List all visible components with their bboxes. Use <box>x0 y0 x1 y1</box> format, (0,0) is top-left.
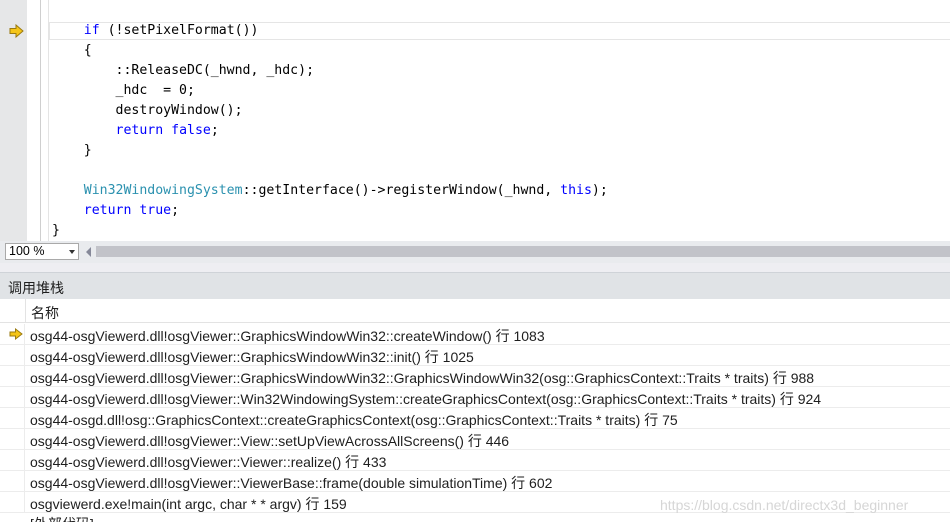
stack-frame-label: osg44-osgViewerd.dll!osgViewer::Graphics… <box>30 370 815 386</box>
row-gutter <box>0 471 25 492</box>
code-line[interactable]: ::ReleaseDC(_hwnd, _hdc); <box>52 61 608 81</box>
code-keyword: true <box>139 203 172 218</box>
stack-frame-label: osg44-osgViewerd.dll!osgViewer::View::se… <box>30 433 510 449</box>
outline-margin <box>40 0 41 241</box>
code-token: _hdc = 0; <box>52 83 195 98</box>
table-row[interactable]: osg44-osgViewerd.dll!osgViewer::Graphics… <box>0 366 950 387</box>
column-header[interactable]: 名称 <box>0 299 950 323</box>
code-line[interactable]: Win32WindowingSystem::getInterface()->re… <box>52 181 608 201</box>
code-line[interactable]: } <box>52 221 608 241</box>
code-line[interactable]: return true; <box>52 201 608 221</box>
panel-title-bar[interactable]: 调用堆栈 <box>0 272 950 299</box>
code-text[interactable]: if (!setPixelFormat()) { ::ReleaseDC(_hw… <box>52 21 608 241</box>
column-name-label: 名称 <box>31 305 59 321</box>
code-keyword: this <box>560 183 592 198</box>
table-row[interactable]: osg44-osgViewerd.dll!osgViewer::Viewer::… <box>0 450 950 471</box>
code-line[interactable]: { <box>52 41 608 61</box>
scroll-left-icon[interactable] <box>86 247 91 257</box>
gutter-separator <box>27 0 28 241</box>
code-token: } <box>52 223 60 238</box>
panel-title: 调用堆栈 <box>8 280 64 296</box>
code-token: ::ReleaseDC(_hwnd, _hdc); <box>52 63 315 78</box>
row-gutter <box>0 450 25 471</box>
zoom-value: 100 % <box>9 244 45 258</box>
stack-frame-label: osg44-osgViewerd.dll!osgViewer::Graphics… <box>30 328 545 344</box>
call-stack-panel: 调用堆栈 名称 osg44-osgViewerd.dll!osgViewer::… <box>0 272 950 522</box>
yellow-arrow-icon <box>9 24 24 38</box>
code-token: ); <box>591 183 608 198</box>
list-item-partial[interactable]: [外部代码] <box>0 512 950 522</box>
table-row[interactable]: osg44-osgViewerd.dll!osgViewer::Graphics… <box>0 324 950 345</box>
code-line[interactable] <box>52 161 608 181</box>
stack-frame-label: osg44-osgd.dll!osg::GraphicsContext::cre… <box>30 412 678 428</box>
table-row[interactable]: osg44-osgViewerd.dll!osgViewer::ViewerBa… <box>0 471 950 492</box>
code-line[interactable]: } <box>52 141 608 161</box>
stack-frame-label: osg44-osgViewerd.dll!osgViewer::ViewerBa… <box>30 475 553 491</box>
stack-frame-label: osgviewerd.exe!main(int argc, char * * a… <box>30 496 347 512</box>
table-row[interactable]: osg44-osgViewerd.dll!osgViewer::Win32Win… <box>0 387 950 408</box>
code-keyword: if <box>83 23 100 38</box>
code-token: ::getInterface()->registerWindow(_hwnd, <box>242 183 561 198</box>
column-divider[interactable] <box>25 299 26 323</box>
row-gutter <box>0 345 25 366</box>
table-row[interactable]: osg44-osgd.dll!osg::GraphicsContext::cre… <box>0 408 950 429</box>
code-keyword: return <box>83 203 132 218</box>
call-stack-list: osg44-osgViewerd.dll!osgViewer::Graphics… <box>0 324 950 513</box>
table-row[interactable]: osg44-osgViewerd.dll!osgViewer::View::se… <box>0 429 950 450</box>
code-token: { <box>52 43 92 58</box>
code-keyword: return <box>115 123 164 138</box>
code-token: (!setPixelFormat()) <box>99 23 259 38</box>
code-token: destroyWindow(); <box>52 103 243 118</box>
panel-splitter[interactable] <box>0 263 950 272</box>
row-gutter <box>0 492 25 513</box>
code-token: } <box>52 143 92 158</box>
table-row[interactable]: osg44-osgViewerd.dll!osgViewer::Graphics… <box>0 345 950 366</box>
stack-frame-label: osg44-osgViewerd.dll!osgViewer::Viewer::… <box>30 454 387 470</box>
watermark: https://blog.csdn.net/directx3d_beginner <box>660 497 909 513</box>
row-gutter <box>0 429 25 450</box>
yellow-arrow-icon <box>9 328 23 340</box>
code-token: ; <box>210 123 219 138</box>
chevron-down-icon[interactable] <box>69 250 75 254</box>
zoom-scroll-bar: 100 % <box>0 241 950 263</box>
horizontal-scrollbar[interactable] <box>96 246 950 257</box>
row-gutter <box>0 387 25 408</box>
list-item-label: [外部代码] <box>30 514 94 522</box>
code-editor[interactable]: if (!setPixelFormat()) { ::ReleaseDC(_hw… <box>0 0 950 241</box>
row-gutter <box>0 408 25 429</box>
row-gutter <box>0 366 25 387</box>
zoom-dropdown[interactable]: 100 % <box>5 243 79 260</box>
code-line[interactable]: return false; <box>52 121 608 141</box>
stack-frame-label: osg44-osgViewerd.dll!osgViewer::Win32Win… <box>30 391 822 407</box>
stack-frame-label: osg44-osgViewerd.dll!osgViewer::Graphics… <box>30 349 474 365</box>
code-keyword: false <box>171 123 211 138</box>
code-line[interactable]: if (!setPixelFormat()) <box>52 21 608 41</box>
code-line[interactable]: _hdc = 0; <box>52 81 608 101</box>
code-type: Win32WindowingSystem <box>83 183 243 198</box>
code-line[interactable]: destroyWindow(); <box>52 101 608 121</box>
code-token: ; <box>171 203 180 218</box>
